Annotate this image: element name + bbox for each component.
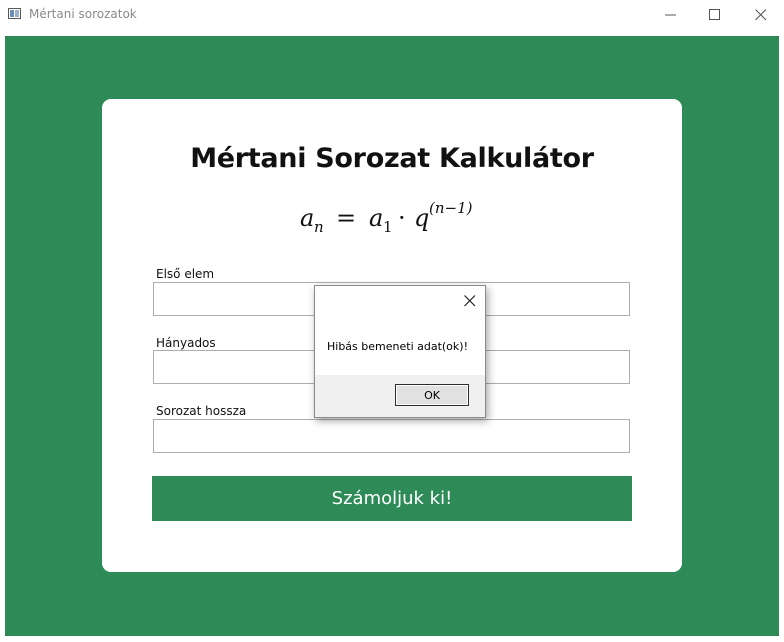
- app-window: Mértani sorozatok Mértani Sorozat Kalkul…: [0, 0, 784, 642]
- dialog-close-button[interactable]: [463, 293, 477, 307]
- close-icon: [464, 295, 476, 307]
- formula-q-exponent: (n−1): [429, 199, 473, 217]
- first-element-label: Első elem: [156, 267, 215, 281]
- minimize-button[interactable]: [648, 0, 694, 30]
- close-window-button[interactable]: [738, 0, 784, 30]
- formula-equals: =: [336, 204, 356, 232]
- close-icon: [755, 9, 767, 21]
- formula-a: a: [369, 204, 383, 232]
- minimize-icon: [665, 14, 676, 16]
- sequence-length-label: Sorozat hossza: [156, 404, 247, 418]
- window-title: Mértani sorozatok: [29, 7, 137, 21]
- formula-q: q: [414, 204, 429, 232]
- formula-a-subscript: 1: [383, 218, 393, 236]
- page-title: Mértani Sorozat Kalkulátor: [190, 143, 594, 174]
- ok-button[interactable]: OK: [395, 384, 469, 406]
- bottom-border: [0, 636, 784, 642]
- formula-lhs-subscript: n: [314, 218, 324, 236]
- app-icon: [8, 8, 21, 19]
- formula: a n = a 1 · q (n−1): [300, 199, 473, 236]
- formula-lhs: a: [300, 204, 314, 232]
- sequence-length-input[interactable]: [153, 419, 630, 453]
- maximize-button[interactable]: [692, 0, 738, 30]
- dialog-footer: OK: [315, 375, 485, 417]
- calculate-button[interactable]: Számoljuk ki!: [152, 476, 632, 521]
- maximize-icon: [709, 9, 720, 20]
- dialog-message: Hibás bemeneti adat(ok)!: [327, 340, 468, 353]
- title-bar[interactable]: Mértani sorozatok: [0, 0, 784, 32]
- ratio-label: Hányados: [156, 336, 216, 350]
- formula-dot: ·: [398, 204, 406, 232]
- error-dialog: Hibás bemeneti adat(ok)! OK: [314, 285, 486, 418]
